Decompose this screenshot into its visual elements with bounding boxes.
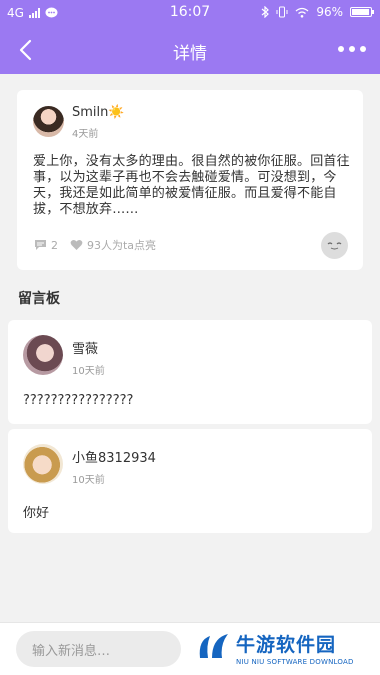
avatar[interactable]	[23, 444, 63, 484]
message-author[interactable]: 小鱼8312934	[72, 447, 156, 466]
battery-icon	[350, 7, 374, 17]
message-time: 10天前	[72, 366, 105, 377]
watermark-logo-icon	[199, 634, 228, 658]
post-card: Smiln☀️ 4天前 爱上你，没有太多的理由。很自然的被你征服。回首往事，以为…	[17, 90, 363, 270]
message-time: 10天前	[72, 475, 105, 486]
likes-text: 93人为ta点亮	[87, 239, 157, 252]
post-body: 爱上你，没有太多的理由。很自然的被你征服。回首往事，以为这辈子再也不会去触碰爱情…	[33, 154, 350, 217]
comment-count: 2	[51, 238, 58, 252]
avatar[interactable]	[23, 335, 63, 375]
page-title: 详情	[173, 44, 207, 64]
post-author[interactable]: Smiln☀️	[72, 105, 125, 120]
reply-emoji-icon[interactable]	[321, 232, 348, 259]
post-time: 4天前	[72, 129, 99, 140]
post-stats: 2 93人为ta点亮	[34, 237, 168, 253]
nav-bar: 详情	[0, 26, 380, 74]
bluetooth-icon	[261, 6, 270, 18]
vibrate-icon	[276, 6, 288, 18]
message-content: ????????????????	[23, 393, 134, 408]
watermark-brand: 牛游软件园	[236, 634, 337, 656]
message-author[interactable]: 雪薇	[72, 338, 98, 357]
message-input[interactable]: 输入新消息…	[16, 631, 181, 667]
input-bar: 输入新消息… 牛游软件园 NIU NIU SOFTWARE DOWNLOAD	[0, 622, 380, 675]
list-item: 小鱼8312934 10天前 你好	[8, 429, 372, 533]
status-right: 96%	[261, 5, 374, 19]
comment-icon[interactable]	[34, 239, 47, 251]
board-title: 留言板	[18, 291, 60, 307]
watermark-sub: NIU NIU SOFTWARE DOWNLOAD	[236, 658, 354, 666]
avatar[interactable]	[33, 106, 64, 137]
battery-percent: 96%	[316, 5, 343, 19]
message-content: 你好	[23, 506, 50, 521]
more-icon[interactable]	[338, 46, 366, 52]
watermark: 牛游软件园 NIU NIU SOFTWARE DOWNLOAD	[196, 630, 372, 670]
wifi-icon	[295, 7, 309, 18]
list-item: 雪薇 10天前 ????????????????	[8, 320, 372, 424]
status-bar: 4G 16:07 96%	[0, 0, 380, 26]
heart-icon[interactable]	[70, 239, 83, 251]
